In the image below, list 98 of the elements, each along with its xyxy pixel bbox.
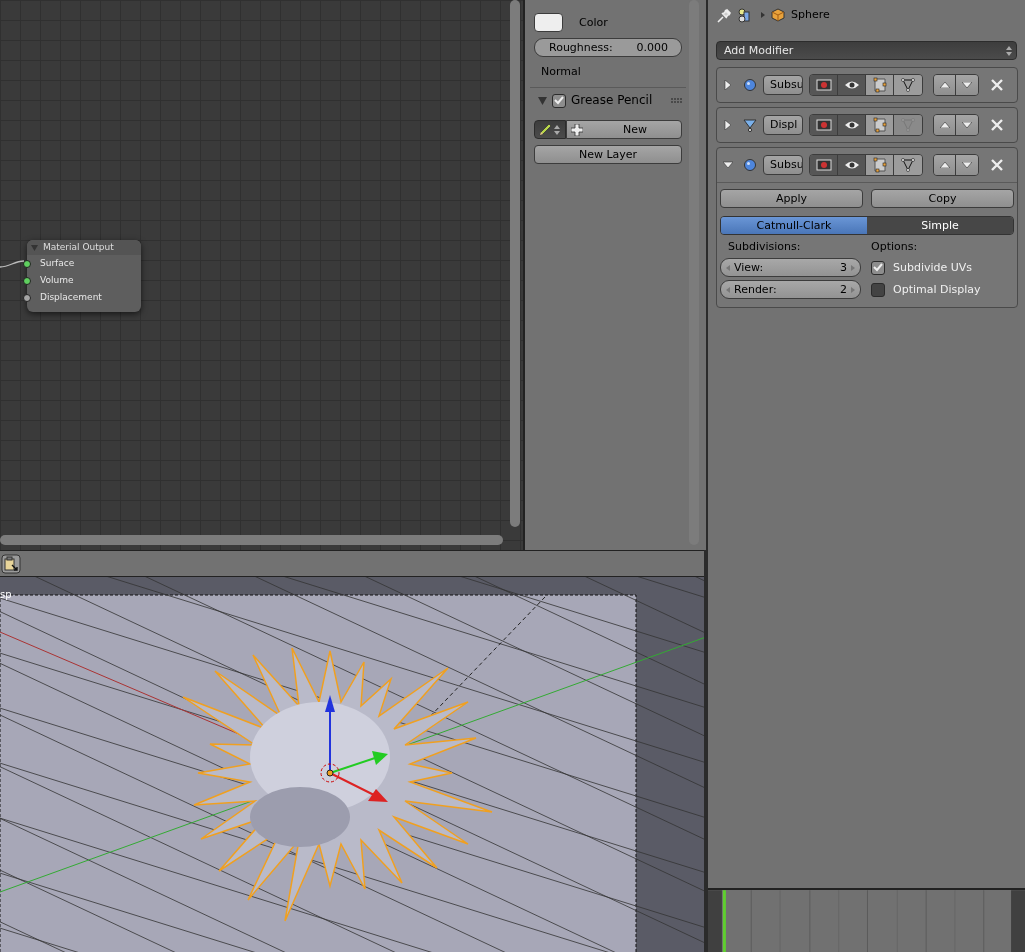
right-arrow-icon bbox=[851, 264, 855, 271]
node-title: Material Output bbox=[43, 242, 114, 253]
edit-mode-icon bbox=[871, 77, 888, 93]
modifier-name-field[interactable]: Subsu bbox=[763, 155, 803, 175]
view-label: sp bbox=[0, 589, 12, 601]
scrollbar[interactable] bbox=[510, 0, 520, 527]
socket-dot[interactable] bbox=[23, 259, 31, 268]
socket-label: Displacement bbox=[40, 292, 102, 303]
breadcrumb-arrow-icon bbox=[761, 12, 765, 18]
checkbox-label: Optimal Display bbox=[893, 282, 981, 297]
close-icon[interactable] bbox=[991, 159, 1003, 171]
clipboard-icon bbox=[1, 553, 21, 574]
render-icon bbox=[815, 157, 832, 173]
expand-triangle-icon[interactable] bbox=[723, 80, 733, 90]
transform-gizmo[interactable] bbox=[320, 695, 388, 802]
pin-icon[interactable] bbox=[717, 7, 732, 23]
up-arrow-icon bbox=[939, 82, 950, 88]
move-up-button[interactable] bbox=[934, 75, 956, 95]
view-toggle[interactable] bbox=[838, 75, 866, 95]
circle-icon bbox=[743, 158, 757, 172]
down-arrow-icon bbox=[962, 82, 972, 88]
render-icon bbox=[815, 77, 832, 93]
object-name: Sphere bbox=[791, 8, 830, 22]
expand-triangle-icon[interactable] bbox=[723, 120, 733, 130]
socket-dot[interactable] bbox=[23, 293, 31, 302]
field-label: Normal bbox=[541, 65, 582, 79]
scrollbar[interactable] bbox=[0, 535, 503, 545]
drag-handle-icon bbox=[671, 98, 682, 103]
edit-mode-toggle[interactable] bbox=[866, 115, 894, 135]
copy-button[interactable]: Copy bbox=[871, 189, 1014, 208]
triangle-mesh-icon bbox=[901, 78, 915, 92]
number-field[interactable]: Render: 2 bbox=[720, 280, 861, 299]
render-icon bbox=[815, 117, 832, 133]
render-toggle[interactable] bbox=[810, 155, 838, 175]
up-down-arrows-icon bbox=[554, 123, 560, 136]
spiky-object-drawing[interactable] bbox=[182, 647, 493, 922]
funnel-icon bbox=[743, 118, 757, 132]
roughness-slider[interactable]: Roughness: 0.000 bbox=[534, 38, 682, 57]
toggle-button-group[interactable] bbox=[809, 154, 923, 176]
up-down-arrows-icon bbox=[1006, 44, 1012, 57]
move-down-button[interactable] bbox=[956, 75, 978, 95]
section-label: Subdivisions: bbox=[727, 239, 802, 255]
up-arrow-icon bbox=[939, 162, 950, 168]
socket-label: Surface bbox=[40, 258, 75, 269]
move-down-button[interactable] bbox=[956, 115, 978, 135]
modifier-name-field[interactable]: Subsu bbox=[763, 75, 803, 95]
pencil-selector[interactable] bbox=[534, 120, 566, 139]
subdivision-type-tab[interactable]: Simple bbox=[867, 217, 1013, 234]
circle-icon bbox=[743, 78, 757, 92]
render-toggle[interactable] bbox=[810, 75, 838, 95]
down-arrow-icon bbox=[962, 162, 972, 168]
checkbox[interactable] bbox=[871, 260, 885, 275]
close-icon[interactable] bbox=[991, 119, 1003, 131]
cage-toggle[interactable] bbox=[894, 115, 922, 135]
toggle-button-group[interactable] bbox=[809, 114, 923, 136]
render-toggle[interactable] bbox=[810, 115, 838, 135]
move-down-button[interactable] bbox=[956, 155, 978, 175]
collapse-triangle-icon[interactable] bbox=[723, 160, 733, 170]
edit-mode-icon bbox=[871, 117, 888, 133]
cube-icon bbox=[771, 8, 785, 22]
new-layer-button[interactable]: New Layer bbox=[534, 145, 682, 164]
cage-toggle[interactable] bbox=[894, 75, 922, 95]
socket-label: Volume bbox=[40, 275, 74, 286]
number-field[interactable]: View: 3 bbox=[720, 258, 861, 277]
move-up-button[interactable] bbox=[934, 155, 956, 175]
pencil-icon bbox=[538, 122, 552, 137]
field-label: Color bbox=[579, 15, 608, 30]
checkbox[interactable] bbox=[552, 93, 566, 108]
edit-mode-toggle[interactable] bbox=[866, 155, 894, 175]
down-arrow-icon bbox=[962, 122, 972, 128]
edit-mode-toggle[interactable] bbox=[866, 75, 894, 95]
add-modifier-dropdown[interactable]: Add Modifier bbox=[716, 41, 1017, 60]
node-link bbox=[0, 260, 24, 268]
close-icon[interactable] bbox=[991, 79, 1003, 91]
cage-toggle[interactable] bbox=[894, 155, 922, 175]
view-toggle[interactable] bbox=[838, 115, 866, 135]
apply-button[interactable]: Apply bbox=[720, 189, 863, 208]
checkbox[interactable] bbox=[871, 282, 885, 297]
right-arrow-icon bbox=[851, 286, 855, 293]
collapse-triangle-icon[interactable] bbox=[538, 96, 547, 105]
editor-type-button[interactable] bbox=[1, 553, 21, 574]
up-arrow-icon bbox=[939, 122, 950, 128]
move-up-button[interactable] bbox=[934, 115, 956, 135]
triangle-mesh-icon bbox=[901, 158, 915, 172]
subdivision-type-tab[interactable]: Catmull-Clark bbox=[721, 217, 867, 234]
left-arrow-icon bbox=[726, 286, 730, 293]
checkbox-label: Subdivide UVs bbox=[893, 260, 973, 275]
view-toggle[interactable] bbox=[838, 155, 866, 175]
new-button[interactable]: New bbox=[566, 120, 682, 139]
left-arrow-icon bbox=[726, 264, 730, 271]
section-label: Options: bbox=[871, 239, 919, 255]
color-swatch[interactable] bbox=[534, 13, 563, 32]
socket-dot[interactable] bbox=[23, 276, 31, 285]
toggle-button-group[interactable] bbox=[809, 74, 923, 96]
plus-icon bbox=[571, 123, 583, 136]
panel-title: Grease Pencil bbox=[571, 93, 653, 108]
modifier-name-field[interactable]: Displ bbox=[763, 115, 803, 135]
edit-mode-icon bbox=[871, 157, 888, 173]
